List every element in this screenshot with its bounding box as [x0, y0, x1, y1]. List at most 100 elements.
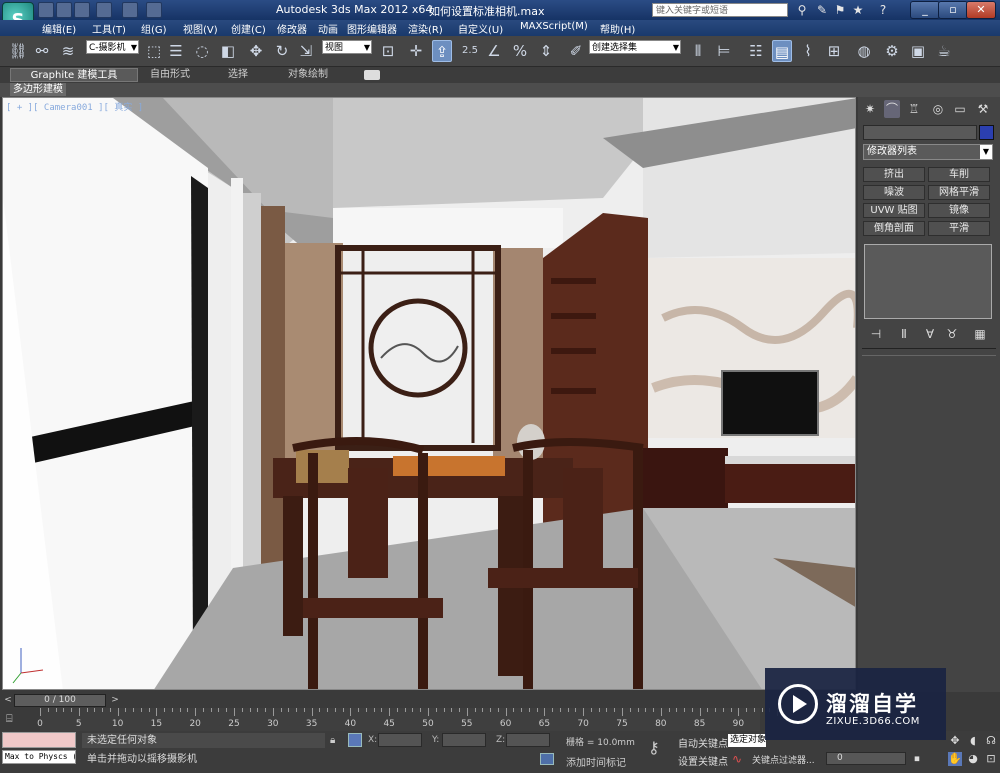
- minimize-button[interactable]: _: [910, 1, 940, 19]
- field-of-view-icon[interactable]: ◖: [966, 734, 980, 748]
- binoculars-icon[interactable]: ⚲: [795, 3, 809, 17]
- track-bar-icon[interactable]: ⌸: [6, 712, 22, 726]
- pivot-center-icon[interactable]: ⊡: [378, 40, 398, 62]
- hierarchy-tab-icon[interactable]: ♖: [906, 100, 922, 118]
- object-name-field[interactable]: [863, 125, 977, 140]
- previous-frame-arrow[interactable]: <: [3, 694, 13, 707]
- menu-group[interactable]: 组(G): [141, 21, 167, 36]
- absolute-mode-icon[interactable]: [348, 733, 362, 747]
- select-manipulate-icon[interactable]: ✛: [406, 40, 426, 62]
- configure-modifier-sets-icon[interactable]: ▦: [972, 326, 988, 342]
- tab-selection[interactable]: 选择: [228, 68, 248, 82]
- new-file-icon[interactable]: [38, 2, 54, 18]
- time-tag-icon[interactable]: [540, 753, 554, 765]
- modifier-list-select[interactable]: 修改器列表 ▼: [863, 144, 993, 160]
- save-file-icon[interactable]: [74, 2, 90, 18]
- pan-camera-icon[interactable]: ✋: [948, 752, 962, 766]
- star-icon[interactable]: ★: [851, 3, 865, 17]
- select-rotate-icon[interactable]: ↻: [272, 40, 292, 62]
- pan-icon[interactable]: ☊: [984, 734, 998, 748]
- menu-maxscript[interactable]: MAXScript(M): [520, 21, 588, 32]
- time-slider[interactable]: 0 / 100: [14, 694, 106, 707]
- pin-stack-icon[interactable]: ⊣: [868, 326, 884, 342]
- display-tab-icon[interactable]: ▭: [952, 100, 968, 118]
- set-key-button[interactable]: 设置关键点: [678, 753, 728, 768]
- graphite-toggle-icon[interactable]: ▤: [772, 40, 792, 62]
- mirror-modifier-button[interactable]: 镜像: [928, 203, 990, 218]
- render-production-icon[interactable]: ☕: [934, 40, 954, 62]
- close-button[interactable]: ✕: [966, 1, 996, 19]
- communication-icon[interactable]: ⚑: [833, 3, 847, 17]
- angle-snap-icon[interactable]: ∠: [484, 40, 504, 62]
- create-tab-icon[interactable]: ✷: [862, 100, 878, 118]
- z-coordinate-field[interactable]: [506, 733, 550, 747]
- polygon-modeling-label[interactable]: 多边形建模: [10, 83, 66, 96]
- maxscript-listener[interactable]: Max to Physcs (: [2, 750, 76, 764]
- menu-graph-editors[interactable]: 图形编辑器: [347, 21, 397, 36]
- render-setup-icon[interactable]: ⚙: [882, 40, 902, 62]
- track-bar[interactable]: 0 5 10 15 20 25 30 35 40 45 50 55 60 65 70 75 80 85 90: [37, 708, 779, 731]
- lock-selection-icon[interactable]: 🔒︎: [330, 735, 342, 747]
- menu-customize[interactable]: 自定义(U): [458, 21, 503, 36]
- selection-filter-select[interactable]: C-摄影机 ▼: [86, 40, 139, 54]
- maxscript-listener-top[interactable]: [2, 732, 76, 748]
- modifier-stack[interactable]: [864, 244, 992, 319]
- snaps-toggle-icon[interactable]: 2.5: [460, 40, 480, 62]
- menu-create[interactable]: 创建(C): [231, 21, 266, 36]
- reference-coordinate-select[interactable]: 视图 ▼: [322, 40, 372, 54]
- layer-manager-icon[interactable]: ☷: [746, 40, 766, 62]
- link-icon[interactable]: ⛓: [8, 40, 28, 62]
- remove-modifier-icon[interactable]: ♉: [944, 326, 960, 342]
- rendered-frame-window-icon[interactable]: ▣: [908, 40, 928, 62]
- object-color-swatch[interactable]: [979, 125, 994, 140]
- unlink-icon[interactable]: ⚯: [32, 40, 52, 62]
- maximize-button[interactable]: ▫: [938, 1, 968, 19]
- menu-animation[interactable]: 动画: [318, 21, 338, 36]
- extrude-button[interactable]: 挤出: [863, 167, 925, 182]
- noise-button[interactable]: 噪波: [863, 185, 925, 200]
- orbit-icon[interactable]: ✥: [948, 734, 962, 748]
- tools-icon[interactable]: ✎: [815, 3, 829, 17]
- region-select-icon[interactable]: ◌: [192, 40, 212, 62]
- select-scale-icon[interactable]: ⇲: [296, 40, 316, 62]
- keyboard-shortcut-override-icon[interactable]: ⇪: [432, 40, 452, 62]
- redo-icon[interactable]: [122, 2, 138, 18]
- menu-tools[interactable]: 工具(T): [92, 21, 126, 36]
- maximize-viewport-icon[interactable]: ⊡: [984, 752, 998, 766]
- bevel-profile-button[interactable]: 倒角剖面: [863, 221, 925, 236]
- show-end-result-icon[interactable]: Ⅱ: [896, 326, 912, 342]
- schematic-view-icon[interactable]: ⊞: [824, 40, 844, 62]
- y-coordinate-field[interactable]: [442, 733, 486, 747]
- motion-tab-icon[interactable]: ◎: [930, 100, 946, 118]
- make-unique-icon[interactable]: ∀: [922, 326, 938, 342]
- open-file-icon[interactable]: [56, 2, 72, 18]
- time-config-icon[interactable]: ⏹: [910, 752, 924, 766]
- undo-icon[interactable]: [96, 2, 112, 18]
- help-icon[interactable]: ?: [876, 3, 890, 17]
- tab-graphite-modeling[interactable]: Graphite 建模工具: [10, 68, 138, 82]
- menu-views[interactable]: 视图(V): [183, 21, 218, 36]
- next-frame-arrow[interactable]: >: [110, 694, 120, 707]
- auto-key-button[interactable]: 自动关键点: [678, 735, 728, 750]
- utilities-tab-icon[interactable]: ⚒: [975, 100, 991, 118]
- spinner-snap-icon[interactable]: ⇕: [536, 40, 556, 62]
- quick-access-dropdown-icon[interactable]: [146, 2, 162, 18]
- uvw-map-button[interactable]: UVW 贴图: [863, 203, 925, 218]
- ribbon-options-icon[interactable]: [364, 70, 380, 80]
- current-frame-field[interactable]: 0: [826, 752, 906, 765]
- smooth-button[interactable]: 平滑: [928, 221, 990, 236]
- material-editor-icon[interactable]: ◍: [854, 40, 874, 62]
- key-selection-select[interactable]: 选定对象: [728, 734, 766, 747]
- tab-freeform[interactable]: 自由形式: [150, 68, 190, 82]
- bind-space-warp-icon[interactable]: ≋: [58, 40, 78, 62]
- curve-editor-icon[interactable]: ⌇: [798, 40, 818, 62]
- viewport-label[interactable]: [ + ][ Camera001 ][ 真实 ]: [6, 100, 143, 113]
- align-icon[interactable]: ⊨: [714, 40, 734, 62]
- key-filters-button[interactable]: 关键点过滤器...: [752, 753, 815, 766]
- select-object-icon[interactable]: ⬚: [144, 40, 164, 62]
- menu-rendering[interactable]: 渲染(R): [408, 21, 443, 36]
- percent-snap-icon[interactable]: %: [510, 40, 530, 62]
- named-selection-set-select[interactable]: 创建选择集 ▼: [589, 40, 681, 54]
- add-time-tag[interactable]: 添加时间标记: [566, 754, 626, 769]
- modify-tab-icon[interactable]: ⌒: [884, 100, 900, 118]
